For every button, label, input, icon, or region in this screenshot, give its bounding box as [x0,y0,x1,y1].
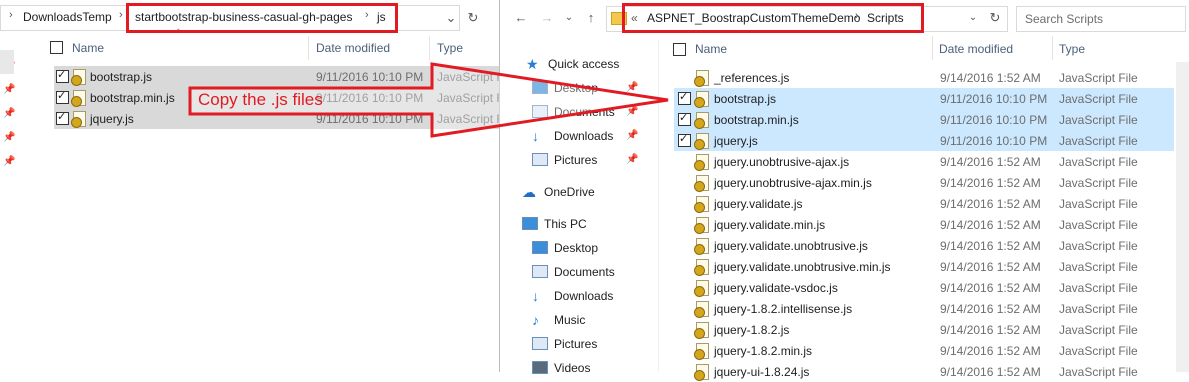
annotation-label: Copy the .js files [198,90,323,109]
copy-arrow-overlay [188,62,669,138]
